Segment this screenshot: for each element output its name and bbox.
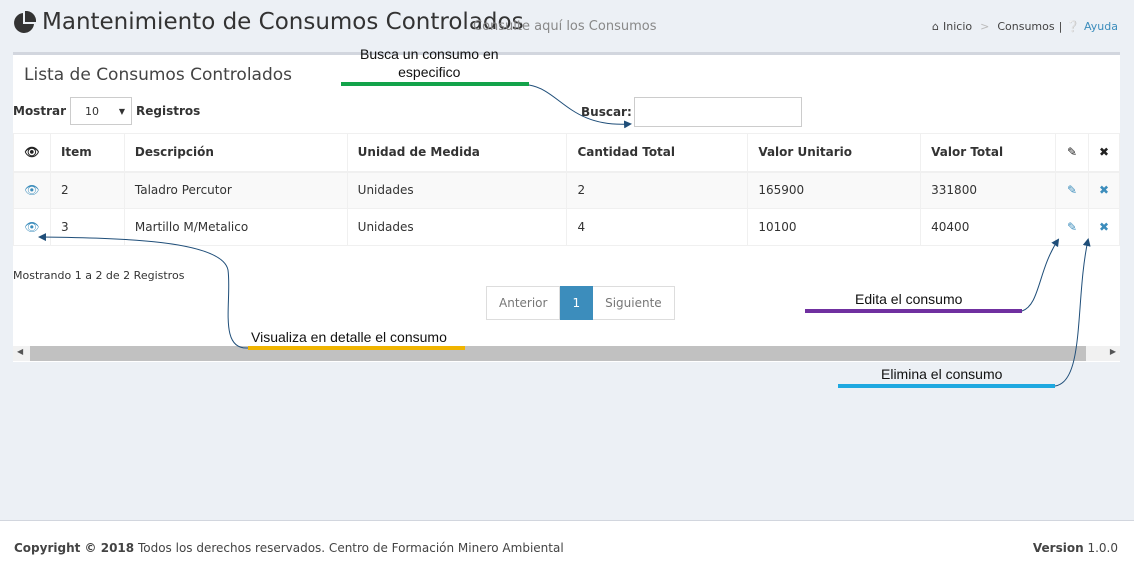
annotation-edit: Edita el consumo bbox=[855, 291, 963, 307]
pencil-icon: ✎ bbox=[1055, 133, 1089, 173]
scroll-left-icon[interactable]: ◀ bbox=[17, 347, 23, 356]
table-cell: 2 bbox=[566, 171, 749, 209]
view-button[interactable]: 👁 bbox=[13, 171, 51, 209]
eye-icon: 👁 bbox=[24, 220, 40, 234]
search-input[interactable] bbox=[633, 97, 802, 127]
length-value: 10 bbox=[85, 104, 99, 118]
table-cell: 2 bbox=[49, 171, 125, 209]
annotation-view-bar bbox=[248, 346, 465, 350]
footer: Copyright © 2018 Todos los derechos rese… bbox=[0, 520, 1134, 572]
breadcrumb-divider: | bbox=[1058, 20, 1063, 33]
delete-button[interactable]: ✖ bbox=[1087, 171, 1121, 209]
times-icon: ✖ bbox=[1098, 220, 1110, 234]
column-header[interactable]: Cantidad Total bbox=[566, 133, 749, 173]
column-header[interactable]: Unidad de Medida bbox=[346, 133, 568, 173]
page-button[interactable]: 1 bbox=[560, 286, 594, 320]
table-header-row: 👁 Item Descripción Unidad de Medida Cant… bbox=[13, 133, 1121, 173]
next-button[interactable]: Siguiente bbox=[593, 286, 675, 320]
table-info: Mostrando 1 a 2 de 2 Registros bbox=[13, 269, 185, 282]
table-cell: 4 bbox=[566, 208, 749, 246]
column-header[interactable]: Descripción bbox=[123, 133, 348, 173]
chevron-down-icon: ▼ bbox=[118, 106, 125, 116]
times-icon: ✖ bbox=[1098, 183, 1110, 198]
column-header[interactable]: Valor Total bbox=[920, 133, 1057, 173]
annotation-delete: Elimina el consumo bbox=[881, 366, 1003, 382]
prev-button[interactable]: Anterior bbox=[486, 286, 561, 320]
table-cell: 331800 bbox=[920, 171, 1057, 209]
table-cell: Unidades bbox=[346, 208, 568, 246]
page-title: Mantenimiento de Consumos Controlados bbox=[42, 9, 524, 35]
consumos-table: 👁 Item Descripción Unidad de Medida Cant… bbox=[13, 133, 1121, 246]
table-cell: 10100 bbox=[747, 208, 922, 246]
breadcrumb-current: Consumos bbox=[997, 20, 1055, 33]
table-cell: Taladro Percutor bbox=[123, 171, 348, 209]
pencil-icon: ✎ bbox=[1066, 183, 1078, 198]
content-header: Mantenimiento de Consumos Controlados Co… bbox=[0, 0, 1134, 52]
annotation-view: Visualiza en detalle el consumo bbox=[251, 329, 447, 345]
box-title: Lista de Consumos Controlados bbox=[24, 65, 293, 85]
length-suffix: Registros bbox=[136, 104, 201, 118]
column-header[interactable]: Item bbox=[49, 133, 125, 173]
length-select[interactable]: 10 ▼ bbox=[70, 97, 132, 125]
help-icon[interactable]: ❔ bbox=[1066, 20, 1080, 33]
edit-button[interactable]: ✎ bbox=[1055, 171, 1089, 209]
page-subtitle: Consulte aquí los Consumos bbox=[473, 19, 657, 34]
home-icon: ⌂ bbox=[932, 20, 939, 33]
table-row: 👁 3 Martillo M/Metalico Unidades 4 10100… bbox=[13, 208, 1121, 246]
view-button[interactable]: 👁 bbox=[13, 208, 51, 246]
table-cell: 40400 bbox=[920, 208, 1057, 246]
annotation-search: Busca un consumo en especifico bbox=[360, 46, 499, 80]
eye-icon: 👁 bbox=[13, 133, 51, 173]
breadcrumb-help[interactable]: Ayuda bbox=[1084, 20, 1118, 33]
length-prefix: Mostrar bbox=[13, 104, 66, 118]
breadcrumb: ⌂ Inicio > Consumos | ❔ Ayuda bbox=[932, 20, 1118, 33]
column-header[interactable]: Valor Unitario bbox=[747, 133, 922, 173]
search-control: Buscar: bbox=[581, 97, 802, 127]
times-icon: ✖ bbox=[1087, 133, 1121, 173]
table-cell: Unidades bbox=[346, 171, 568, 209]
scroll-right-icon[interactable]: ▶ bbox=[1110, 347, 1116, 356]
pencil-icon: ✎ bbox=[1066, 220, 1078, 234]
table-cell: Martillo M/Metalico bbox=[123, 208, 348, 246]
annotation-delete-bar bbox=[838, 384, 1055, 388]
edit-button[interactable]: ✎ bbox=[1055, 208, 1089, 246]
table-cell: 3 bbox=[49, 208, 125, 246]
length-control: Mostrar 10 ▼ Registros bbox=[13, 97, 200, 125]
copyright: Copyright © 2018 Todos los derechos rese… bbox=[14, 541, 564, 555]
eye-icon: 👁 bbox=[24, 183, 40, 198]
horizontal-scrollbar[interactable]: ◀ ▶ bbox=[13, 346, 1120, 361]
delete-button[interactable]: ✖ bbox=[1087, 208, 1121, 246]
table-row: 👁 2 Taladro Percutor Unidades 2 165900 3… bbox=[13, 171, 1121, 209]
annotation-search-bar bbox=[341, 82, 529, 86]
version: Version 1.0.0 bbox=[1032, 541, 1118, 555]
scrollbar-thumb[interactable] bbox=[30, 346, 1086, 361]
search-label: Buscar: bbox=[581, 105, 632, 119]
breadcrumb-separator: > bbox=[980, 20, 990, 33]
breadcrumb-home[interactable]: Inicio bbox=[943, 20, 972, 33]
annotation-edit-bar bbox=[805, 309, 1022, 313]
table-cell: 165900 bbox=[747, 171, 922, 209]
consumos-box: Lista de Consumos Controlados Mostrar 10… bbox=[13, 52, 1121, 362]
pie-chart-icon bbox=[14, 11, 36, 33]
pagination: Anterior 1 Siguiente bbox=[486, 286, 675, 320]
